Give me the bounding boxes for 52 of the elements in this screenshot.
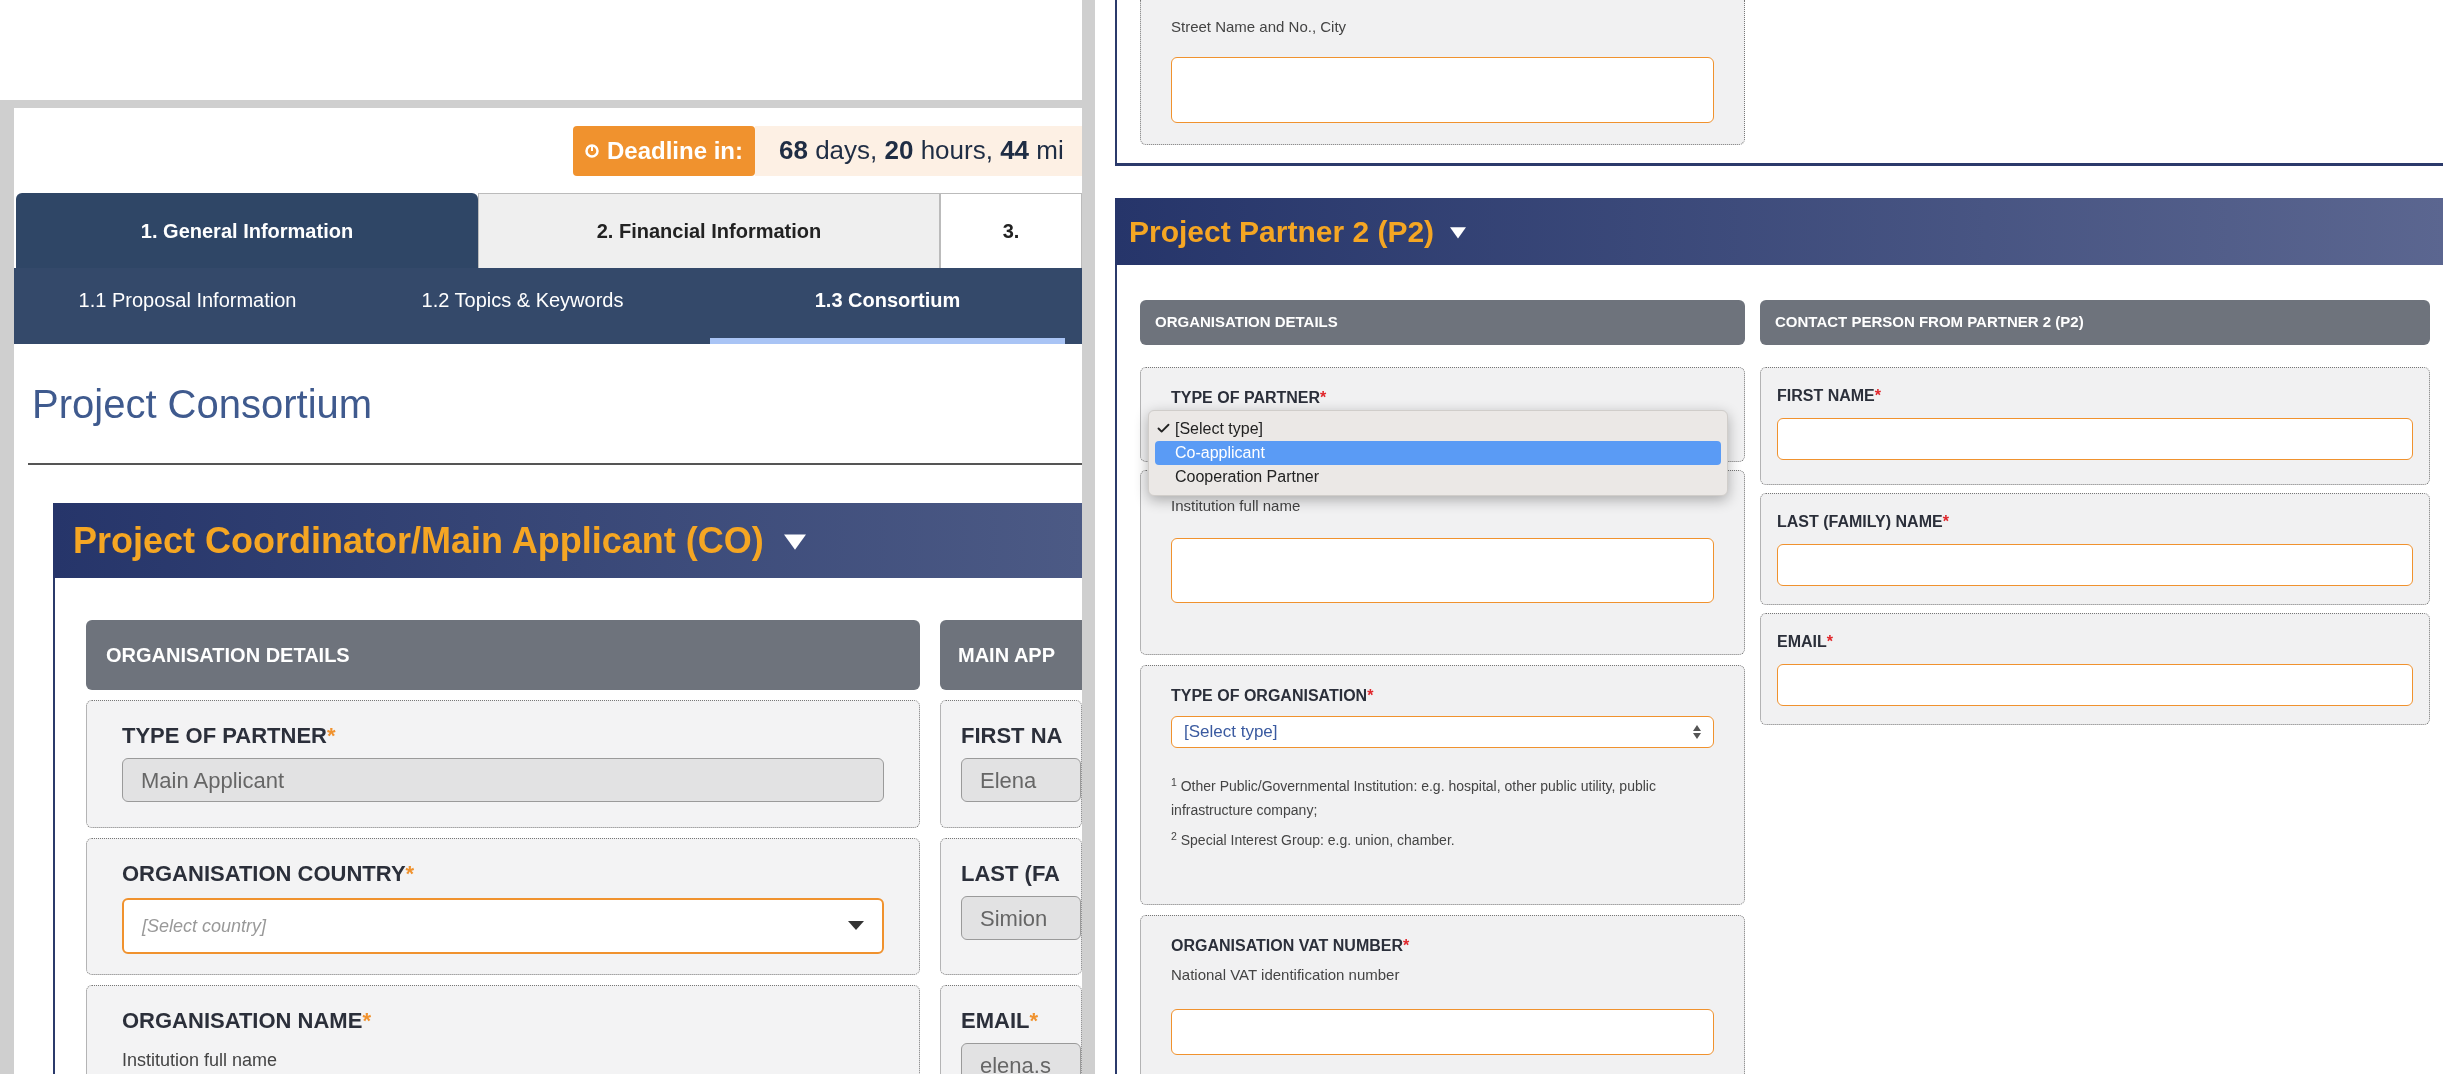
field-label: FIRST NA (961, 722, 1064, 750)
panel-heading: ORGANISATION DETAILS (86, 620, 920, 690)
panel-heading: MAIN APP (940, 620, 1082, 690)
field-label: TYPE OF ORGANISATION* (1171, 686, 1375, 706)
tab[interactable]: 3. (940, 193, 1082, 268)
input-field[interactable] (1777, 544, 2413, 586)
tab[interactable]: 2. Financial Information (478, 193, 940, 268)
section-title: Project Coordinator/Main Applicant (CO) (73, 518, 764, 563)
panel-heading: CONTACT PERSON FROM PARTNER 2 (P2) (1760, 300, 2430, 345)
stepper-icon (1693, 725, 1701, 739)
dropdown-option[interactable]: [Select type] (1155, 417, 1721, 441)
field-label: LAST (FA (961, 860, 1061, 888)
deadline-badge: Deadline in: (572, 125, 755, 176)
countdown-text: 68 days, 20 hours, 44 mi (779, 134, 1064, 167)
check-icon (1155, 421, 1171, 436)
input-field[interactable] (1777, 418, 2413, 460)
input-field[interactable] (1777, 664, 2413, 706)
page-title: Project Consortium (32, 380, 373, 428)
field-label: TYPE OF PARTNER* (122, 722, 337, 750)
field-label: ORGANISATION NAME* (122, 1007, 372, 1035)
section-header[interactable]: Project Partner 2 (P2) (1115, 198, 2443, 265)
field-hint: Institution full name (122, 1049, 279, 1072)
footnote-text: $^{2}$ Special Interest Group: e.g. union, chamber. (1171, 828, 1456, 850)
subtab[interactable]: 1.3 Consortium (710, 268, 1065, 344)
tab[interactable]: 1. General Information (16, 193, 478, 268)
input-field[interactable] (1171, 56, 1714, 123)
input-field[interactable]: Main Applicant (122, 758, 884, 802)
field-label: LAST (FAMILY) NAME* (1777, 512, 1950, 532)
field-label: ORGANISATION COUNTRY* (122, 860, 416, 888)
input-field[interactable]: Simion (961, 896, 1081, 940)
input-field[interactable] (1171, 537, 1714, 603)
field-hint: National VAT identification number (1171, 965, 1401, 985)
section-title: Project Partner 2 (P2) (1129, 214, 1435, 250)
subtab[interactable]: 1.2 Topics & Keywords (335, 268, 710, 344)
clock-icon (584, 143, 599, 158)
field-label: ORGANISATION VAT NUMBER* (1171, 936, 1411, 956)
dropdown-option[interactable]: Cooperation Partner (1155, 465, 1721, 489)
field-hint: Institution full name (1171, 496, 1302, 516)
field-label: TYPE OF PARTNER* (1171, 388, 1328, 408)
footnote-text: $^{1}$ Other Public/Governmental Institution: e.g. hospital, other public utility, public infrastructure company; (1171, 774, 1657, 820)
input-field[interactable]: elena.s (961, 1043, 1081, 1074)
field-label: EMAIL* (1777, 632, 1834, 652)
input-field[interactable] (1171, 1008, 1714, 1055)
caret-icon (848, 921, 864, 931)
panel-heading: ORGANISATION DETAILS (1140, 300, 1745, 345)
field-label: FIRST NAME* (1777, 386, 1882, 406)
type-select[interactable]: [Select type] (1171, 716, 1714, 748)
field-label: EMAIL* (961, 1007, 1039, 1035)
section-header[interactable]: Project Coordinator/Main Applicant (CO) (53, 503, 1082, 578)
input-field[interactable]: Elena (961, 758, 1081, 802)
field-hint: Street Name and No., City (1171, 17, 1348, 37)
subtab[interactable]: 1.1 Proposal Information (40, 268, 335, 344)
